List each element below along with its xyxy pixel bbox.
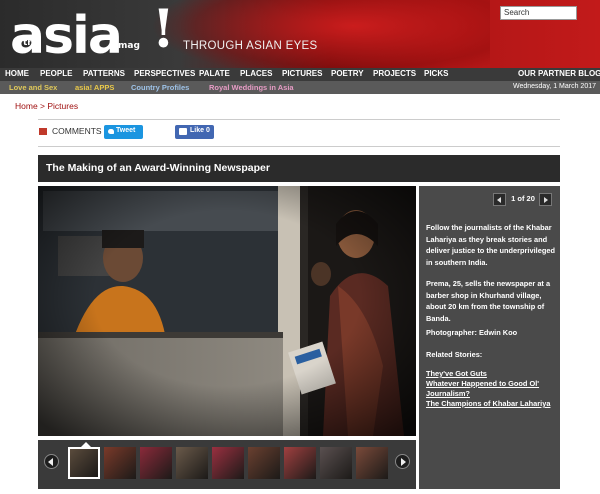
gallery-thumbnail[interactable] — [104, 447, 136, 479]
facebook-like-button[interactable]: Like 0 — [175, 125, 214, 139]
gallery-thumbnail[interactable] — [212, 447, 244, 479]
nav-item-partner-blogs[interactable]: OUR PARTNER BLOGS — [518, 69, 600, 78]
gallery-main-photo[interactable] — [38, 186, 416, 436]
tweet-button[interactable]: Tweet — [104, 125, 143, 139]
related-stories-list: They've Got Guts Whatever Happened to Go… — [426, 369, 556, 409]
search-input[interactable]: Search — [500, 6, 577, 20]
nav-item-places[interactable]: PLACES — [240, 69, 272, 78]
subnav-country-profiles[interactable]: Country Profiles — [131, 83, 189, 92]
divider — [38, 146, 560, 147]
previous-photo-button[interactable] — [493, 193, 506, 206]
photographer-credit: Photographer: Edwin Koo — [426, 328, 518, 337]
strip-next-button[interactable] — [395, 454, 410, 469]
photo-counter: 1 of 20 — [511, 194, 535, 203]
like-label: Like 0 — [190, 127, 210, 134]
related-story-link[interactable]: The Champions of Khabar Lahariya — [426, 399, 556, 409]
logo-the-text: the — [23, 38, 40, 48]
sub-nav: Love and Sex asia! APPS Country Profiles… — [0, 81, 600, 94]
subnav-royal-weddings[interactable]: Royal Weddings in Asia — [209, 83, 294, 92]
related-story-link[interactable]: Whatever Happened to Good Ol' Journalism… — [426, 379, 556, 399]
nav-item-poetry[interactable]: POETRY — [331, 69, 364, 78]
nav-item-pictures[interactable]: PICTURES — [282, 69, 322, 78]
subnav-apps[interactable]: asia! APPS — [75, 83, 114, 92]
brush-stroke-decoration — [150, 0, 490, 68]
logo-wordmark: asia — [10, 6, 123, 66]
nav-item-projects[interactable]: PROJECTS — [373, 69, 416, 78]
thumbs-up-icon — [179, 128, 187, 135]
comments-icon[interactable] — [39, 128, 47, 135]
photo-illustration — [38, 186, 416, 436]
related-stories-label: Related Stories: — [426, 350, 483, 359]
divider — [38, 119, 560, 120]
gallery-thumbnail[interactable] — [284, 447, 316, 479]
gallery-title-bar: The Making of an Award-Winning Newspaper — [38, 155, 560, 182]
breadcrumb: Home > Pictures — [15, 101, 78, 111]
comments-link[interactable]: COMMENTS — [52, 126, 102, 136]
gallery-thumbnail[interactable] — [140, 447, 172, 479]
nav-item-home[interactable]: HOME — [5, 69, 29, 78]
main-nav: HOME PEOPLE PATTERNS PERSPECTIVES PALATE… — [0, 68, 600, 81]
nav-item-patterns[interactable]: PATTERNS — [83, 69, 125, 78]
nav-item-picks[interactable]: PICKS — [424, 69, 448, 78]
related-story-link[interactable]: They've Got Guts — [426, 369, 556, 379]
nav-item-people[interactable]: PEOPLE — [40, 69, 72, 78]
photo-caption: Prema, 25, sells the newspaper at a barb… — [426, 279, 551, 323]
gallery-thumbnail[interactable] — [356, 447, 388, 479]
gallery-title: The Making of an Award-Winning Newspaper — [46, 162, 270, 174]
logo-mag-text: mag — [118, 41, 140, 51]
breadcrumb-home[interactable]: Home — [15, 101, 38, 111]
nav-item-perspectives[interactable]: PERSPECTIVES — [134, 69, 195, 78]
current-date: Wednesday, 1 March 2017 — [512, 83, 596, 90]
gallery-thumbnail[interactable] — [68, 447, 100, 479]
gallery-thumbnail[interactable] — [320, 447, 352, 479]
subnav-love-and-sex[interactable]: Love and Sex — [9, 83, 57, 92]
site-logo[interactable]: asia — [10, 6, 123, 66]
breadcrumb-separator: > — [37, 101, 48, 111]
gallery-intro: Follow the journalists of the Khabar Lah… — [426, 223, 555, 267]
thumbnail-strip — [38, 440, 416, 489]
site-tagline: THROUGH ASIAN EYES — [183, 40, 318, 52]
site-header: asia the mag ! THROUGH ASIAN EYES Search — [0, 0, 600, 68]
strip-previous-button[interactable] — [44, 454, 59, 469]
gallery-thumbnail[interactable] — [176, 447, 208, 479]
next-photo-button[interactable] — [539, 193, 552, 206]
breadcrumb-current[interactable]: Pictures — [47, 101, 78, 111]
logo-exclamation: ! — [152, 0, 175, 60]
gallery-info-panel: 1 of 20 Follow the journalists of the Kh… — [419, 186, 560, 489]
gallery-thumbnail[interactable] — [248, 447, 280, 479]
tweet-label: Tweet — [116, 127, 136, 134]
nav-item-palate[interactable]: PALATE — [199, 69, 230, 78]
twitter-bird-icon — [108, 129, 114, 134]
